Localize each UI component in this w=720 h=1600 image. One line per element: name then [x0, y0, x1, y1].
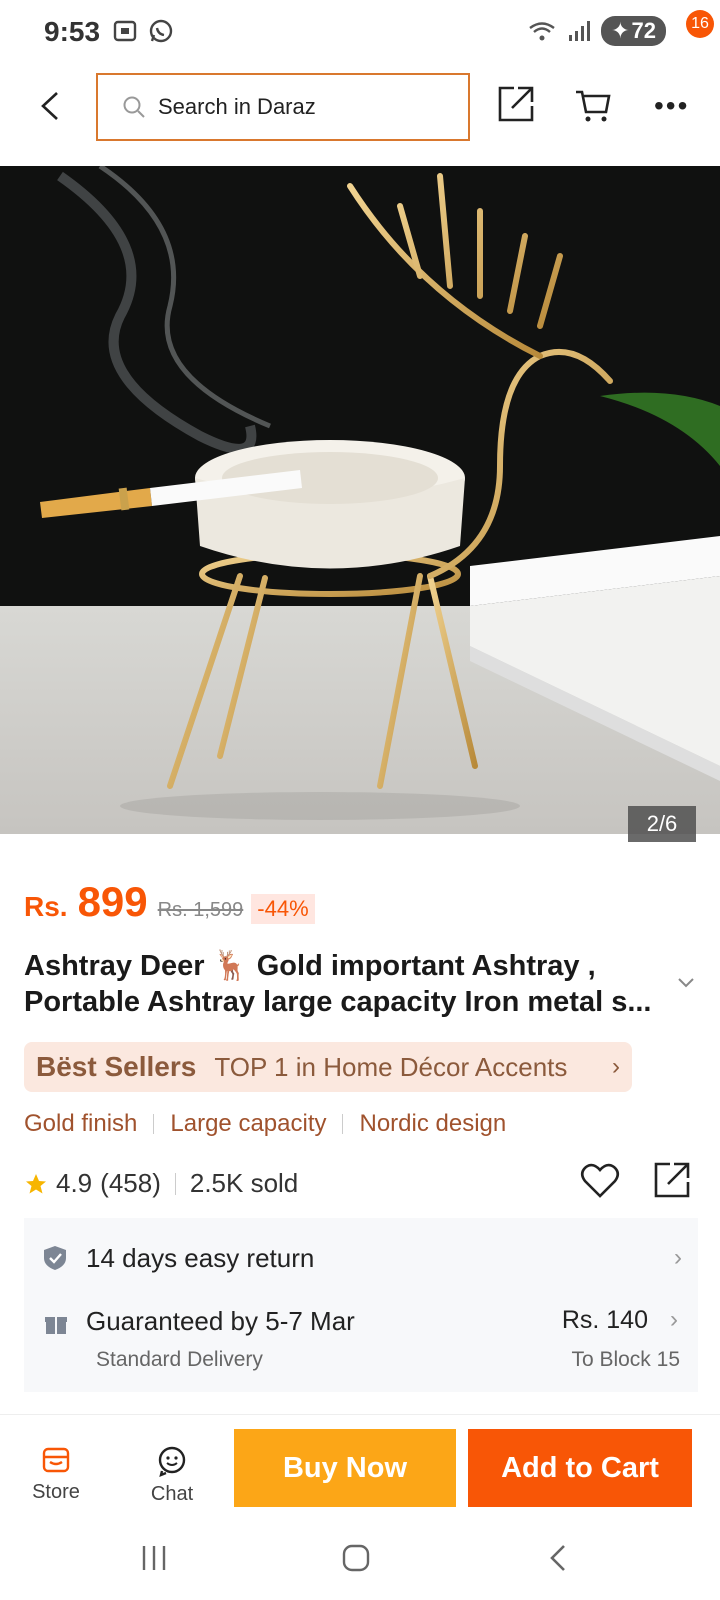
product-share-button[interactable] [652, 1160, 692, 1205]
heart-icon [580, 1163, 620, 1198]
chat-button[interactable]: Chat [132, 1445, 212, 1506]
service-panel: 14 days easy return › Guaranteed by 5-7 … [24, 1218, 698, 1392]
status-right: ✦ 72 [527, 16, 666, 46]
add-to-cart-button[interactable]: Add to Cart [468, 1429, 692, 1507]
return-policy-text: 14 days easy return [86, 1242, 315, 1273]
chevron-down-icon [678, 978, 694, 988]
search-placeholder: Search in Daraz [158, 94, 316, 119]
share-button[interactable] [496, 84, 536, 129]
battery-level: 72 [631, 18, 656, 43]
chat-icon [158, 1446, 186, 1477]
tag-gold-finish: Gold finish [24, 1110, 138, 1137]
whatsapp-icon [149, 19, 173, 43]
tag-divider [153, 1114, 155, 1134]
signal-icon [569, 21, 591, 41]
back-button[interactable] [30, 82, 70, 130]
delivery-guarantee: Guaranteed by 5-7 Mar [86, 1306, 355, 1336]
title-line1: Ashtray Deer 🦌 Gold important Ashtray , [24, 950, 596, 982]
delivery-type: Standard Delivery [96, 1348, 263, 1371]
price-row: Rs. 899 Rs. 1,599 -44% [24, 878, 315, 926]
screenshot-icon [113, 20, 137, 42]
status-left-icons [112, 18, 174, 44]
chat-label: Chat [150, 1483, 194, 1505]
rating-count: (458) [100, 1168, 161, 1198]
battery-icon: ✦ 72 [601, 16, 666, 46]
recent-apps-button[interactable] [138, 1542, 170, 1579]
feature-tags: Gold finish Large capacity Nordic design [24, 1110, 506, 1138]
title-line2: Portable Ashtray large capacity Iron met… [24, 986, 652, 1018]
cart-button[interactable] [574, 86, 612, 129]
sold-count: 2.5K sold [189, 1168, 299, 1198]
price-current: 899 [77, 878, 148, 925]
status-bar: 9:53 ✦ 72 [0, 0, 720, 62]
price-original: Rs. 1,599 [157, 899, 244, 921]
rating-row[interactable]: 4.9 (458) 2.5K sold [24, 1168, 298, 1199]
return-policy-row[interactable]: 14 days easy return › [42, 1238, 682, 1278]
home-button[interactable] [340, 1542, 372, 1579]
store-button[interactable]: Store [16, 1445, 96, 1504]
product-image[interactable] [0, 166, 720, 834]
chevron-right-icon: › [612, 1053, 620, 1080]
best-seller-text: TOP 1 in Home Décor Accents [214, 1051, 568, 1082]
product-title[interactable]: Ashtray Deer 🦌 Gold important Ashtray , … [24, 948, 674, 1020]
star-icon [26, 1173, 46, 1193]
delivery-row[interactable]: Guaranteed by 5-7 Mar Standard Delivery … [42, 1306, 682, 1376]
tag-large-capacity: Large capacity [170, 1110, 327, 1137]
expand-title-button[interactable] [676, 976, 696, 995]
recent-apps-icon [142, 1546, 166, 1570]
share-icon [498, 86, 534, 122]
share-icon [654, 1162, 690, 1198]
cart-icon [576, 90, 611, 122]
image-counter: 2/6 [628, 806, 696, 842]
back-icon [41, 92, 58, 120]
system-nav-bar [0, 1520, 720, 1600]
discount-badge: -44% [251, 894, 315, 924]
header: Search in Daraz ••• [0, 70, 720, 142]
store-label: Store [32, 1481, 80, 1503]
search-input[interactable]: Search in Daraz [96, 73, 470, 141]
wifi-icon [529, 22, 555, 41]
buy-now-button[interactable]: Buy Now [234, 1429, 456, 1507]
delivery-location: To Block 15 [571, 1348, 680, 1371]
notification-badge: 16 [686, 10, 714, 38]
chevron-right-icon: › [670, 1306, 678, 1333]
best-seller-label: Bëst Sellers [36, 1051, 197, 1082]
rating-divider [174, 1172, 176, 1195]
store-icon [42, 1447, 70, 1473]
price-currency: Rs. [24, 891, 68, 922]
deer-ashtray-image [0, 166, 720, 834]
more-button[interactable]: ••• [654, 90, 689, 122]
bottom-action-bar: Store Chat Buy Now Add to Cart [0, 1414, 720, 1518]
wishlist-button[interactable] [580, 1162, 620, 1205]
system-back-button[interactable] [544, 1542, 572, 1579]
tag-nordic-design: Nordic design [359, 1110, 507, 1137]
delivery-price: Rs. 140 [561, 1306, 648, 1334]
gift-icon [45, 1317, 67, 1334]
chevron-right-icon: › [674, 1244, 682, 1271]
rating-score: 4.9 [56, 1168, 93, 1198]
best-seller-banner[interactable]: Bëst Sellers TOP 1 in Home Décor Accents… [24, 1042, 632, 1092]
shield-check-icon [44, 1246, 66, 1270]
back-icon [550, 1545, 565, 1571]
home-icon [342, 1544, 370, 1572]
tag-divider [342, 1114, 344, 1134]
search-icon [123, 96, 145, 118]
more-icon: ••• [654, 90, 690, 121]
status-time: 9:53 [44, 16, 101, 47]
